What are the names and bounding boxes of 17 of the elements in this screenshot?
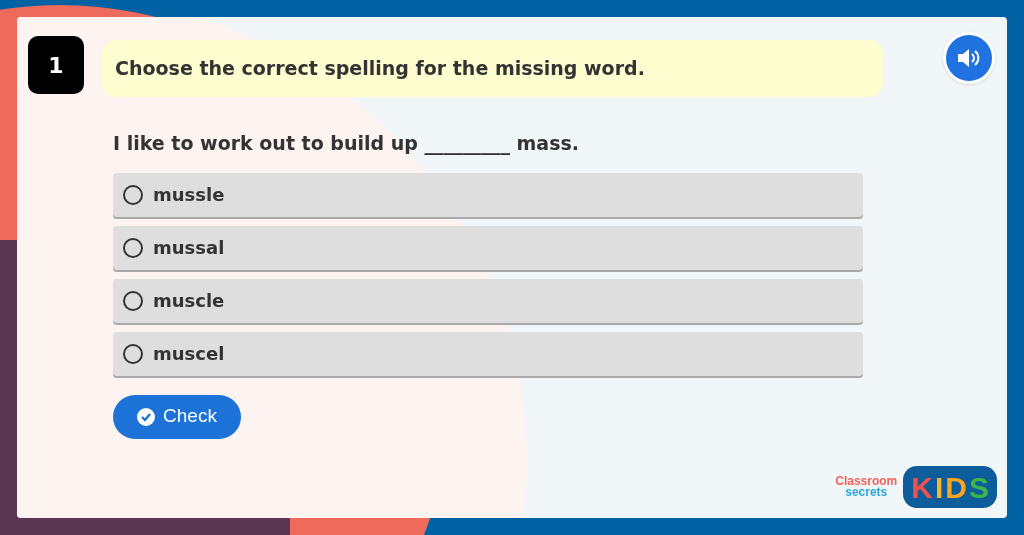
radio-icon [123,290,143,311]
check-button[interactable]: Check [113,394,241,439]
answer-option[interactable]: mussal [113,225,863,270]
radio-icon [123,237,143,258]
radio-icon [123,343,143,364]
audio-button[interactable] [943,32,995,84]
speaker-icon [956,47,982,69]
kids-logo: KIDS [903,466,997,508]
check-circle-icon [137,407,156,426]
classroom-secrets-logo: Classroom secrets [835,476,898,498]
question-text: I like to work out to build up _________ mass. [113,131,581,157]
question-number-badge: 1 [28,36,84,94]
answer-option[interactable]: mussle [113,172,863,217]
radio-icon [123,184,143,205]
answer-option[interactable]: muscel [113,331,863,376]
answer-option[interactable]: muscle [113,278,863,323]
instruction-banner: Choose the correct spelling for the missing word. [102,40,883,97]
